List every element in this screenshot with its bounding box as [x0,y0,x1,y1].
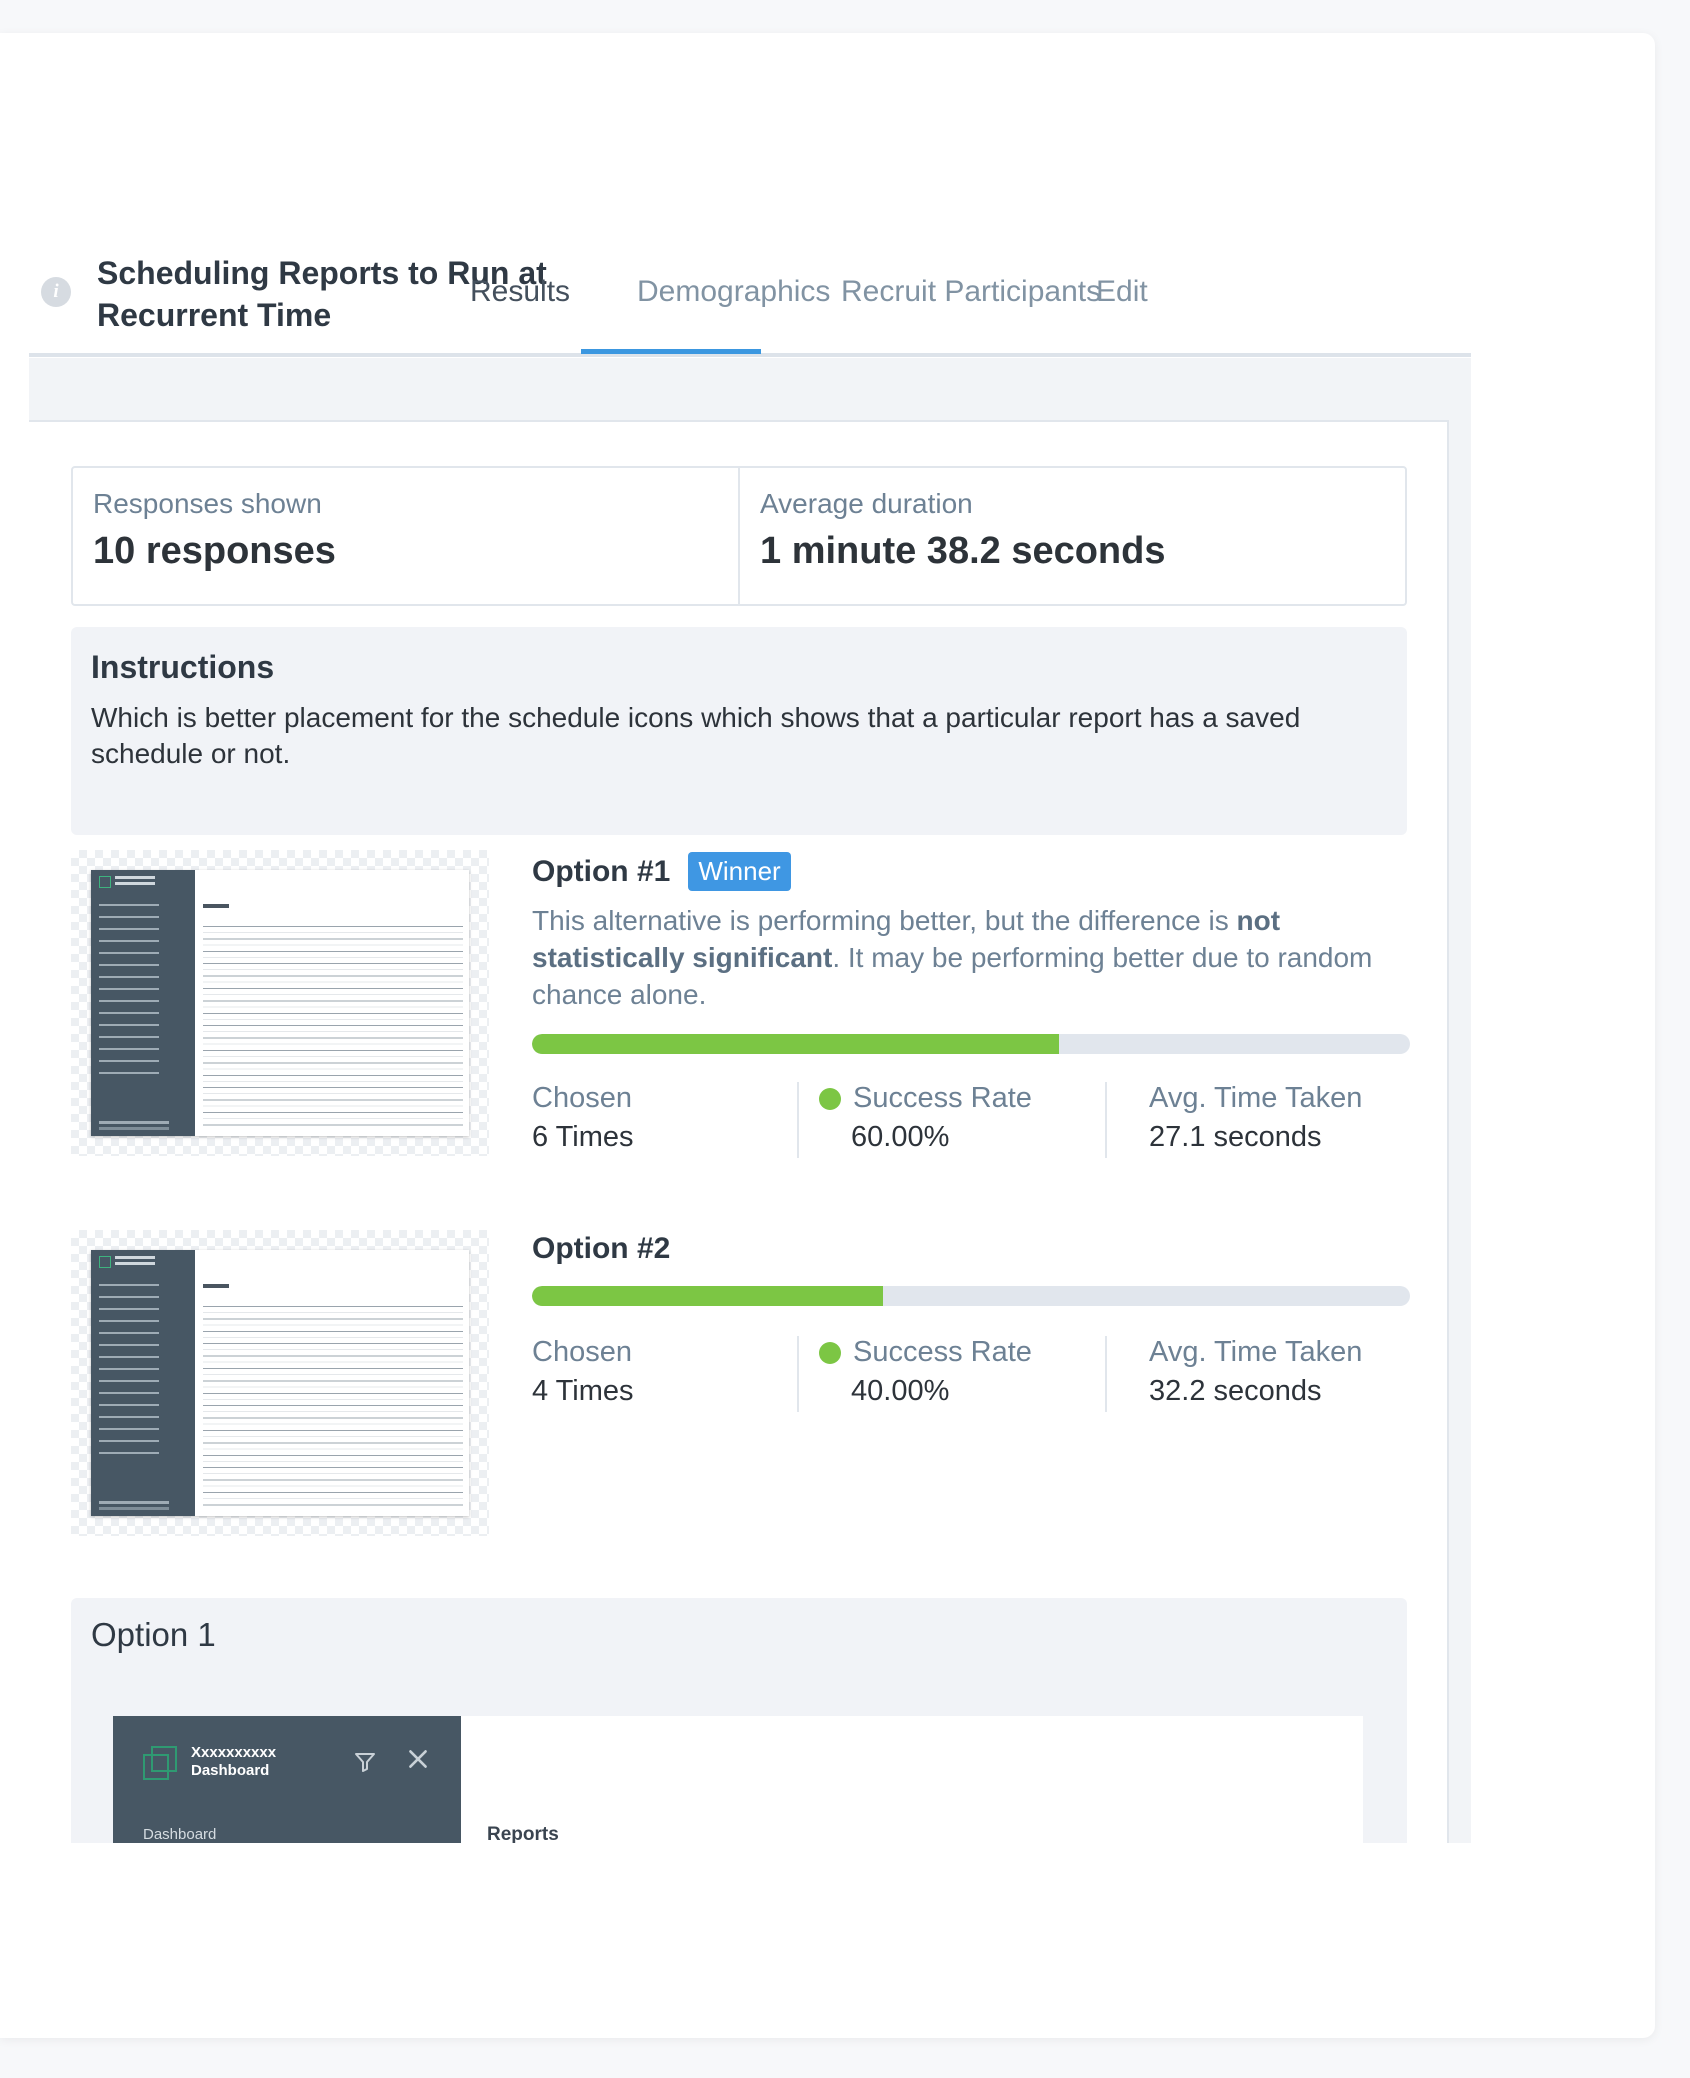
option-1-thumbnail-image [91,870,469,1136]
avg-time-metric: Avg. Time Taken 32.2 seconds [1105,1336,1410,1412]
thumbnail-nav [99,1284,159,1464]
instructions-title: Instructions [91,649,275,685]
option-1-preview-image: Xxxxxxxxxx Dashboard Dashboard Reports [113,1716,1363,1843]
success-rate-label: Success Rate [853,1082,1032,1114]
option-1-title-row: Option #1 Winner [532,852,791,891]
option-1-success-bar [532,1034,1410,1054]
success-rate-value: 60.00% [851,1121,950,1153]
preview-sidebar: Xxxxxxxxxx Dashboard Dashboard [113,1716,461,1843]
option-2-success-bar [532,1286,1410,1306]
preview-brand-line2: Dashboard [191,1762,270,1779]
tab-demographics[interactable]: Demographics [637,275,830,309]
preview-brand: Xxxxxxxxxx Dashboard [191,1744,276,1780]
thumbnail-brand [115,1256,155,1259]
thumbnail-rows [203,1306,463,1510]
thumbnail-sidebar [91,870,195,1136]
results-panel: Responses shown 10 responses Average dur… [29,420,1449,1843]
duration-value: 1 minute 38.2 seconds [760,530,1166,572]
thumbnail-sidebar [91,1250,195,1516]
preview-heading: Reports [487,1824,559,1843]
thumbnail-user [99,1501,169,1504]
option-result-1: Option #1 Winner This alternative is per… [71,850,1410,1160]
responses-value: 10 responses [93,530,336,572]
thumbnail-title [203,1284,229,1288]
duration-label: Average duration [760,488,973,519]
option-2-thumbnail-image [91,1250,469,1516]
description-text: This alternative is performing better, b… [532,905,1237,936]
avg-time-value: 27.1 seconds [1149,1121,1322,1153]
thumbnail-user [99,1121,169,1124]
option-1-preview-title: Option 1 [91,1616,216,1653]
success-rate-metric: Success Rate 40.00% [797,1336,1105,1412]
success-rate-label: Success Rate [853,1336,1032,1368]
chosen-value: 4 Times [532,1375,634,1407]
instructions-box: Instructions Which is better placement f… [71,627,1407,835]
option-2-success-bar-fill [532,1286,884,1306]
summary-stats: Responses shown 10 responses Average dur… [71,466,1407,606]
duration-stat: Average duration 1 minute 38.2 seconds [738,468,1405,604]
chosen-label: Chosen [532,1082,632,1114]
thumbnail-brand [115,876,155,879]
chosen-metric: Chosen 4 Times [532,1336,797,1412]
success-rate-label-row: Success Rate [819,1082,1105,1115]
active-tab-indicator [581,349,761,354]
instructions-text: Which is better placement for the schedu… [91,702,1301,769]
close-icon [405,1746,431,1780]
option-1-preview-section: Option 1 Xxxxxxxxxx Dashboard Dashboard … [71,1598,1407,1843]
tab-recruit-participants[interactable]: Recruit Participants [841,275,1101,309]
avg-time-metric: Avg. Time Taken 27.1 seconds [1105,1082,1410,1158]
chosen-metric: Chosen 6 Times [532,1082,797,1158]
option-1-title: Option #1 [532,854,671,888]
thumbnail-rows [203,926,463,1130]
logo-icon [99,1256,111,1268]
success-rate-value: 40.00% [851,1375,950,1407]
study-header: i Scheduling Reports to Run at Recurrent… [29,245,1471,357]
success-rate-metric: Success Rate 60.00% [797,1082,1105,1158]
success-dot-icon [819,1087,841,1110]
avg-time-label: Avg. Time Taken [1149,1336,1363,1368]
thumbnail-title [203,904,229,908]
option-2-title: Option #2 [532,1232,671,1265]
avg-time-label: Avg. Time Taken [1149,1082,1363,1114]
logo-icon-back [151,1746,177,1772]
info-icon[interactable]: i [41,277,71,307]
thumbnail-nav [99,904,159,1084]
option-2-thumbnail[interactable] [71,1230,489,1536]
option-result-2: Option #2 Chosen 4 Times Success Rate 40… [71,1230,1410,1540]
option-2-title-row: Option #2 [532,1232,670,1266]
responses-label: Responses shown [93,488,322,519]
tab-results[interactable]: Results [470,275,570,309]
preview-brand-line1: Xxxxxxxxxx [191,1744,277,1761]
logo-icon [99,876,111,888]
option-1-metrics: Chosen 6 Times Success Rate 60.00% Avg. … [532,1082,1410,1158]
responses-stat: Responses shown 10 responses [73,468,738,604]
filter-icon [353,1750,377,1781]
avg-time-value: 32.2 seconds [1149,1375,1322,1407]
preview-nav-item: Dashboard [143,1826,217,1843]
option-1-success-bar-fill [532,1034,1059,1054]
tab-edit[interactable]: Edit [1096,275,1148,309]
success-dot-icon [819,1341,841,1364]
chosen-label: Chosen [532,1336,632,1368]
option-2-metrics: Chosen 4 Times Success Rate 40.00% Avg. … [532,1336,1410,1412]
chosen-value: 6 Times [532,1121,634,1153]
winner-badge: Winner [688,852,791,891]
results-area[interactable]: Responses shown 10 responses Average dur… [29,358,1471,1843]
option-1-description: This alternative is performing better, b… [532,902,1407,1013]
option-1-thumbnail[interactable] [71,850,489,1156]
success-rate-label-row: Success Rate [819,1336,1105,1369]
